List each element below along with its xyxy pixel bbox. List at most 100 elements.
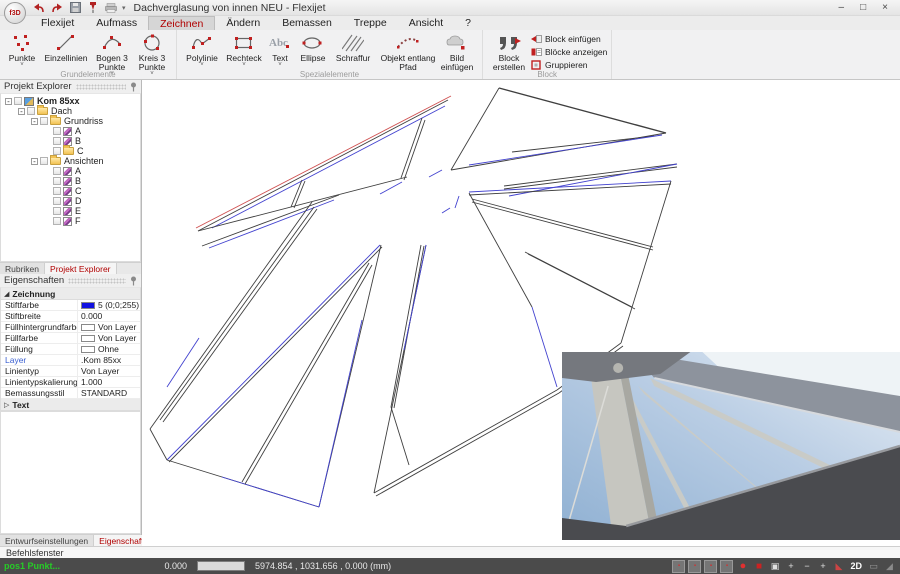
zoom-out-icon[interactable]: − xyxy=(800,560,813,573)
einzellinien-button[interactable]: Einzellinien xyxy=(40,31,92,63)
tree-expander-icon[interactable]: - xyxy=(31,158,38,165)
property-group-zeichnung[interactable]: ◢ Zeichnung xyxy=(1,288,140,300)
zoom-in-icon[interactable]: + xyxy=(816,560,829,573)
pin-icon[interactable] xyxy=(130,82,137,92)
print-button[interactable] xyxy=(104,1,118,14)
schraffur-button[interactable]: Schraffur xyxy=(331,31,375,63)
property-value[interactable]: .Kom 85xx xyxy=(77,355,140,365)
ellipse-button[interactable]: Ellipse xyxy=(295,31,331,63)
expanded-triangle-icon[interactable]: ◢ xyxy=(4,290,9,298)
property-value[interactable]: Ohne xyxy=(77,344,140,354)
tab-treppe[interactable]: Treppe xyxy=(343,16,398,30)
view-cube-icon[interactable]: ▪ xyxy=(704,560,717,573)
tree-checkbox[interactable] xyxy=(53,187,61,195)
qat-dropdown-icon[interactable]: ▾ xyxy=(122,4,126,12)
tree-checkbox[interactable] xyxy=(53,147,61,155)
render-mode-icon[interactable]: ● xyxy=(736,560,749,573)
close-button[interactable]: × xyxy=(882,3,888,13)
property-group-text[interactable]: ▷ Text xyxy=(1,399,140,411)
bloecke-anzeigen-button[interactable]: Blöcke anzeigen xyxy=(531,46,607,58)
view-cube-icon[interactable]: ▪ xyxy=(672,560,685,573)
tree-checkbox[interactable] xyxy=(53,207,61,215)
view-cube-icon[interactable]: ▪ xyxy=(688,560,701,573)
snap-icon[interactable]: ▣ xyxy=(768,560,781,573)
tree-checkbox[interactable] xyxy=(53,197,61,205)
tab-projekt-explorer[interactable]: Projekt Explorer xyxy=(45,263,116,274)
property-value[interactable]: 1.000 xyxy=(77,377,140,387)
tab-entwurfseinstellungen[interactable]: Entwurfseinstellungen xyxy=(0,535,94,546)
property-value[interactable]: Von Layer xyxy=(77,333,140,343)
fill-style-swatch[interactable] xyxy=(81,346,95,353)
save-button[interactable] xyxy=(68,1,82,14)
tab-help[interactable]: ? xyxy=(454,16,482,30)
flexijet-logo-icon[interactable]: f3D xyxy=(4,2,26,24)
tree-expander-icon[interactable]: - xyxy=(31,118,38,125)
drawing-canvas[interactable] xyxy=(142,80,900,546)
tree-item-ansicht-b[interactable]: B xyxy=(1,176,140,186)
tree-item-ansicht-e[interactable]: E xyxy=(1,206,140,216)
punkte-button[interactable]: Punkte ˅ xyxy=(4,31,40,68)
fill-color-swatch[interactable] xyxy=(81,335,95,342)
view-cube-icon[interactable]: ▪ xyxy=(720,560,733,573)
tree-item-grundriss-a[interactable]: A xyxy=(1,126,140,136)
tree-checkbox[interactable] xyxy=(27,107,35,115)
property-value[interactable]: 0.000 xyxy=(77,311,140,321)
tree-item-ansicht-a[interactable]: A xyxy=(1,166,140,176)
axis-corner-icon[interactable]: ◣ xyxy=(832,560,845,573)
tree-checkbox[interactable] xyxy=(14,97,22,105)
tree-expander-icon[interactable]: - xyxy=(5,98,12,105)
dropdown-caret-icon[interactable]: ˅ xyxy=(20,63,24,68)
tab-bemassen[interactable]: Bemassen xyxy=(271,16,343,30)
tree-checkbox[interactable] xyxy=(53,217,61,225)
maximize-button[interactable]: □ xyxy=(860,3,866,13)
command-window-bar[interactable]: Befehlsfenster xyxy=(0,546,900,558)
tab-aendern[interactable]: Ändern xyxy=(215,16,271,30)
text-button[interactable]: Abc Text ˅ xyxy=(265,31,295,68)
bild-einfuegen-button[interactable]: Bild einfügen xyxy=(436,31,478,72)
tab-flexijet[interactable]: Flexijet xyxy=(30,16,85,30)
pan-icon[interactable]: + xyxy=(784,560,797,573)
objekt-entlang-pfad-button[interactable]: Objekt entlang Pfad xyxy=(380,31,436,72)
dropdown-caret-icon[interactable]: ˅ xyxy=(242,63,246,68)
tree-checkbox[interactable] xyxy=(53,137,61,145)
window-layout-icon[interactable]: ▭ xyxy=(867,560,880,573)
resize-grip[interactable]: ◢ xyxy=(883,560,896,573)
undo-button[interactable] xyxy=(32,1,46,14)
mode-2d-toggle[interactable]: 2D xyxy=(850,561,862,571)
tree-item-grundriss-c[interactable]: C xyxy=(1,146,140,156)
tab-rubriken[interactable]: Rubriken xyxy=(0,263,45,274)
tree-item-ansicht-d[interactable]: D xyxy=(1,196,140,206)
pin-icon[interactable] xyxy=(130,276,137,286)
plumb-tool-button[interactable] xyxy=(86,1,100,14)
block-einfuegen-button[interactable]: Block einfügen xyxy=(531,33,607,45)
tree-checkbox[interactable] xyxy=(53,127,61,135)
property-value[interactable]: Von Layer xyxy=(77,322,140,332)
collapsed-triangle-icon[interactable]: ▷ xyxy=(4,401,9,409)
tree-item-ansicht-c[interactable]: C xyxy=(1,186,140,196)
property-value[interactable]: Von Layer xyxy=(77,366,140,376)
tree-item-dach[interactable]: - Dach xyxy=(1,106,140,116)
polylinie-button[interactable]: Polylinie ˅ xyxy=(181,31,223,68)
dropdown-caret-icon[interactable]: ˅ xyxy=(278,63,282,68)
tree-item-grundriss[interactable]: - Grundriss xyxy=(1,116,140,126)
tree-item-grundriss-b[interactable]: B xyxy=(1,136,140,146)
fill-bg-color-swatch[interactable] xyxy=(81,324,95,331)
tree-item-ansicht-f[interactable]: F xyxy=(1,216,140,226)
tree-item-ansichten[interactable]: - Ansichten xyxy=(1,156,140,166)
property-value[interactable]: 5 (0;0;255) xyxy=(77,300,140,310)
tree-checkbox[interactable] xyxy=(53,167,61,175)
tree-checkbox[interactable] xyxy=(40,157,48,165)
block-erstellen-button[interactable]: Block erstellen xyxy=(487,31,531,72)
tree-checkbox[interactable] xyxy=(53,177,61,185)
rechteck-button[interactable]: Rechteck ˅ xyxy=(223,31,265,68)
tree-item-kom85xx[interactable]: - Kom 85xx xyxy=(1,96,140,106)
tab-ansicht[interactable]: Ansicht xyxy=(398,16,454,30)
tab-aufmass[interactable]: Aufmass xyxy=(85,16,148,30)
tree-checkbox[interactable] xyxy=(40,117,48,125)
solid-mode-icon[interactable]: ■ xyxy=(752,560,765,573)
pen-color-swatch[interactable] xyxy=(81,302,95,309)
dropdown-caret-icon[interactable]: ˅ xyxy=(200,63,204,68)
property-value[interactable]: STANDARD xyxy=(77,388,140,398)
minimize-button[interactable]: – xyxy=(839,3,845,13)
tree-expander-icon[interactable]: - xyxy=(18,108,25,115)
